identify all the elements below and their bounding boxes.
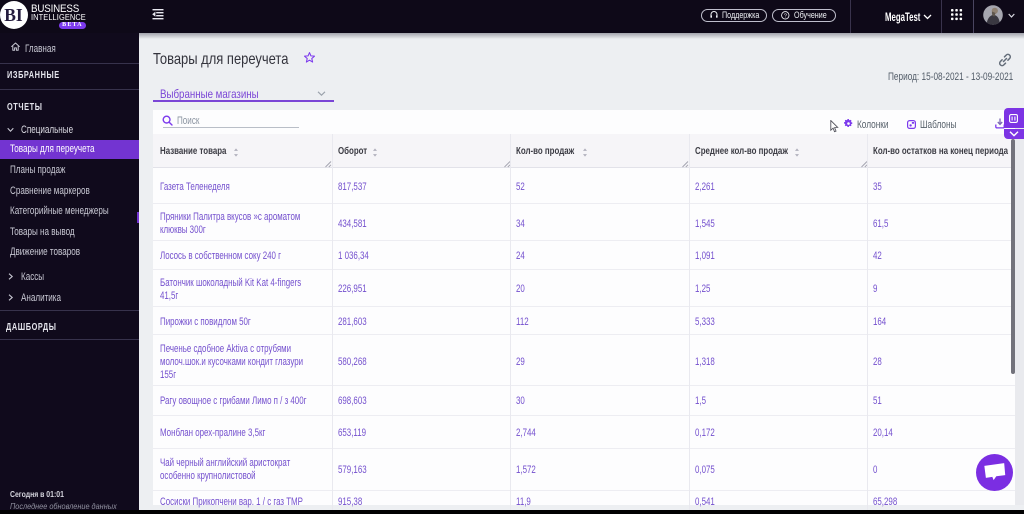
svg-text:?: ? [784, 13, 787, 19]
